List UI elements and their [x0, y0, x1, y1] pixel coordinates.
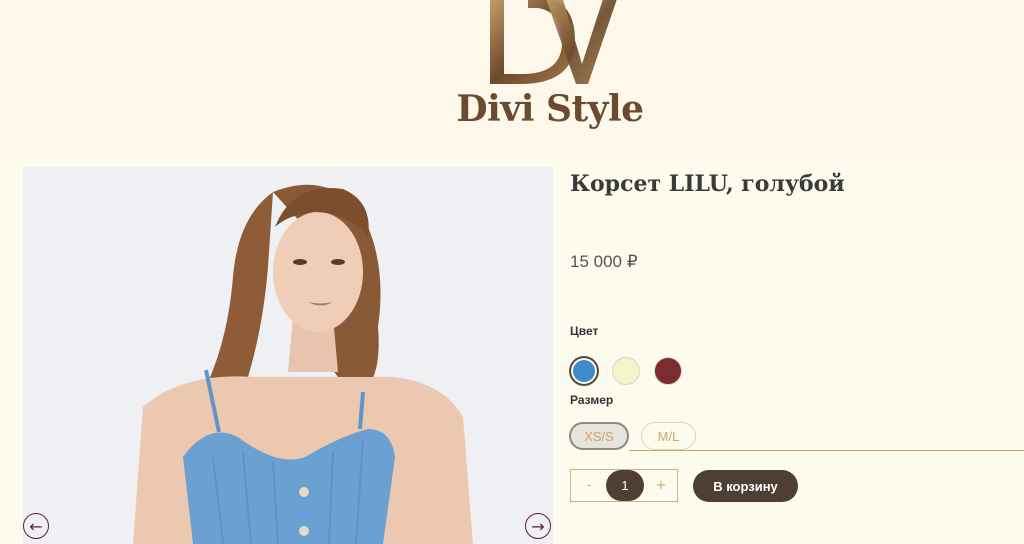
- site-header: Divi Style: [0, 0, 1024, 160]
- product-title: Корсет LILU, голубой: [570, 171, 845, 197]
- color-swatch-burgundy[interactable]: [654, 357, 682, 385]
- size-option-m-l[interactable]: M/L: [641, 422, 696, 450]
- product-price: 15 000 ₽: [570, 252, 638, 271]
- brand-logo[interactable]: Divi Style: [450, 0, 660, 140]
- color-swatch-blue[interactable]: [569, 356, 599, 386]
- color-swatch-cream[interactable]: [612, 357, 640, 385]
- quantity-value[interactable]: 1: [606, 470, 644, 501]
- size-label: Размер: [570, 393, 614, 407]
- color-label: Цвет: [570, 324, 599, 338]
- quantity-increment-button[interactable]: +: [643, 470, 679, 501]
- brand-name: Divi Style: [456, 88, 644, 130]
- quantity-stepper: - 1 +: [570, 469, 678, 502]
- product-image[interactable]: ← →: [23, 167, 553, 544]
- add-to-cart-button[interactable]: В корзину: [693, 470, 798, 502]
- arrow-left-icon[interactable]: ←: [23, 513, 49, 539]
- size-option-xs-s[interactable]: XS/S: [569, 422, 629, 450]
- model-photo: [23, 167, 553, 544]
- options-divider: [629, 450, 1024, 451]
- arrow-right-icon[interactable]: →: [525, 513, 551, 539]
- logo-monogram-icon: [490, 0, 617, 84]
- quantity-decrement-button[interactable]: -: [571, 470, 607, 501]
